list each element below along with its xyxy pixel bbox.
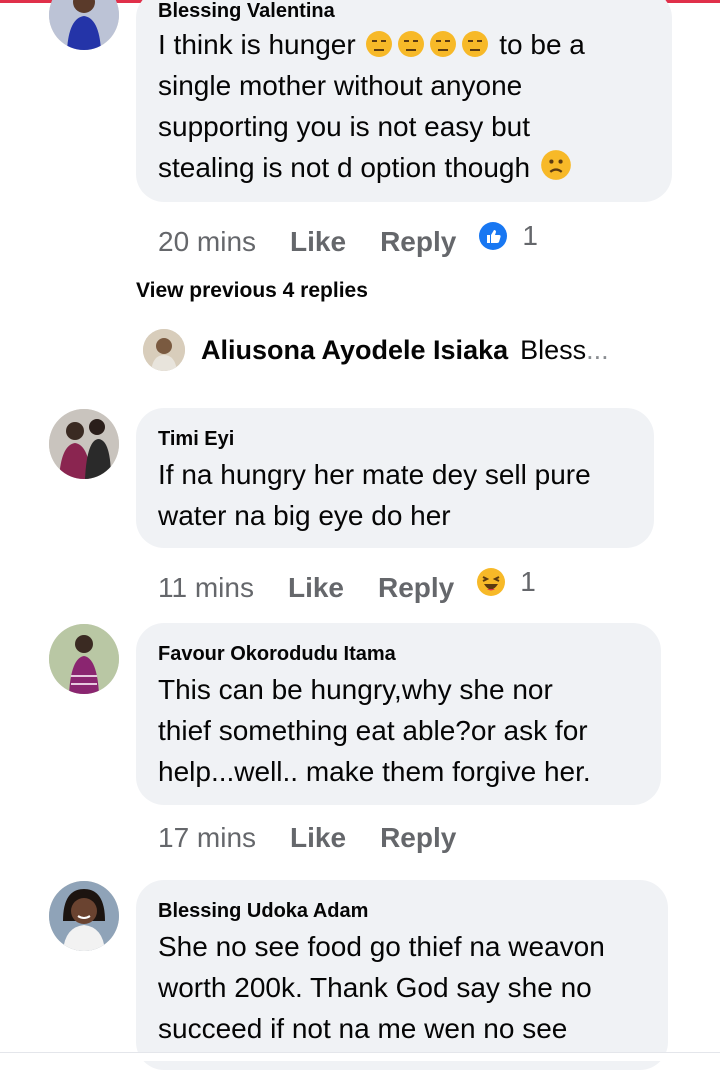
reaction-count: 1 bbox=[522, 220, 538, 251]
comment-line: single mother without anyone bbox=[158, 70, 523, 101]
comment-text: She no see food go thief na weavon worth… bbox=[158, 926, 668, 1049]
comment-line: help...well.. make them forgive her. bbox=[158, 756, 591, 787]
comment-author[interactable]: Favour Okorodudu Itama bbox=[158, 642, 396, 666]
comment-author[interactable]: Blessing Valentina bbox=[158, 0, 335, 23]
comment-bubble: Timi Eyi If na hungry her mate dey sell … bbox=[136, 408, 654, 548]
comment-text: If na hungry her mate dey sell pure wate… bbox=[158, 454, 648, 536]
comment-actions: 11 mins Like Reply 1 bbox=[158, 562, 536, 603]
avatar[interactable] bbox=[49, 881, 119, 951]
reply-snippet: Bless bbox=[520, 334, 587, 365]
like-button[interactable]: Like bbox=[288, 572, 344, 603]
reply-author: Aliusona Ayodele Isiaka bbox=[201, 334, 509, 365]
avatar[interactable] bbox=[49, 0, 119, 50]
comment-line: She no see food go thief na weavon bbox=[158, 931, 605, 962]
comment-time[interactable]: 20 mins bbox=[158, 226, 256, 257]
comment-line: to be a bbox=[499, 29, 585, 60]
comment-time[interactable]: 11 mins bbox=[158, 572, 254, 603]
comment-actions: 17 mins Like Reply bbox=[158, 818, 456, 858]
comment-actions: 20 mins Like Reply 1 bbox=[158, 216, 538, 257]
comment-line: stealing is not d option though bbox=[158, 152, 531, 183]
comment-line: This can be hungry,why she nor bbox=[158, 674, 553, 705]
haha-reaction-icon bbox=[477, 568, 506, 596]
unamused-emoji-icon bbox=[430, 31, 457, 57]
reply-button[interactable]: Reply bbox=[380, 822, 456, 853]
reply-button[interactable]: Reply bbox=[378, 572, 454, 603]
view-previous-replies-link[interactable]: View previous 4 replies bbox=[136, 279, 368, 303]
comment-line: I think is hunger bbox=[158, 29, 356, 60]
like-reaction-icon bbox=[479, 222, 508, 250]
comment-author[interactable]: Timi Eyi bbox=[158, 427, 234, 451]
comment-bubble: Blessing Valentina I think is hunger to … bbox=[136, 0, 672, 202]
like-button[interactable]: Like bbox=[290, 226, 346, 257]
unamused-emoji-icon bbox=[398, 31, 425, 57]
comment-bubble: Favour Okorodudu Itama This can be hungr… bbox=[136, 623, 661, 805]
comment-time[interactable]: 17 mins bbox=[158, 822, 256, 853]
reply-button[interactable]: Reply bbox=[380, 226, 456, 257]
reaction-count: 1 bbox=[520, 566, 536, 597]
avatar bbox=[143, 329, 185, 371]
unamused-emoji-icon bbox=[462, 31, 489, 57]
comment-line: If na hungry her mate dey sell pure bbox=[158, 459, 591, 490]
like-button[interactable]: Like bbox=[290, 822, 346, 853]
comment-bubble: Blessing Udoka Adam She no see food go t… bbox=[136, 880, 668, 1070]
reaction-summary[interactable]: 1 bbox=[478, 216, 538, 256]
reply-ellipsis: ... bbox=[586, 334, 609, 365]
comment-text: I think is hunger to be a single mother … bbox=[158, 24, 658, 188]
comment-line: succeed if not na me wen no see bbox=[158, 1013, 568, 1044]
comment-text: This can be hungry,why she nor thief som… bbox=[158, 669, 658, 792]
comment-line: worth 200k. Thank God say she no bbox=[158, 972, 592, 1003]
unamused-emoji-icon bbox=[366, 31, 393, 57]
frowning-emoji-icon bbox=[540, 150, 571, 180]
reply-preview[interactable]: Aliusona Ayodele Isiaka Bless... bbox=[143, 328, 609, 372]
comment-line: water na big eye do her bbox=[158, 500, 451, 531]
comment-author[interactable]: Blessing Udoka Adam bbox=[158, 899, 368, 923]
avatar[interactable] bbox=[49, 409, 119, 479]
avatar[interactable] bbox=[49, 624, 119, 694]
reaction-summary[interactable]: 1 bbox=[476, 562, 536, 602]
comment-line: thief something eat able?or ask for bbox=[158, 715, 588, 746]
comment-line: supporting you is not easy but bbox=[158, 111, 531, 142]
